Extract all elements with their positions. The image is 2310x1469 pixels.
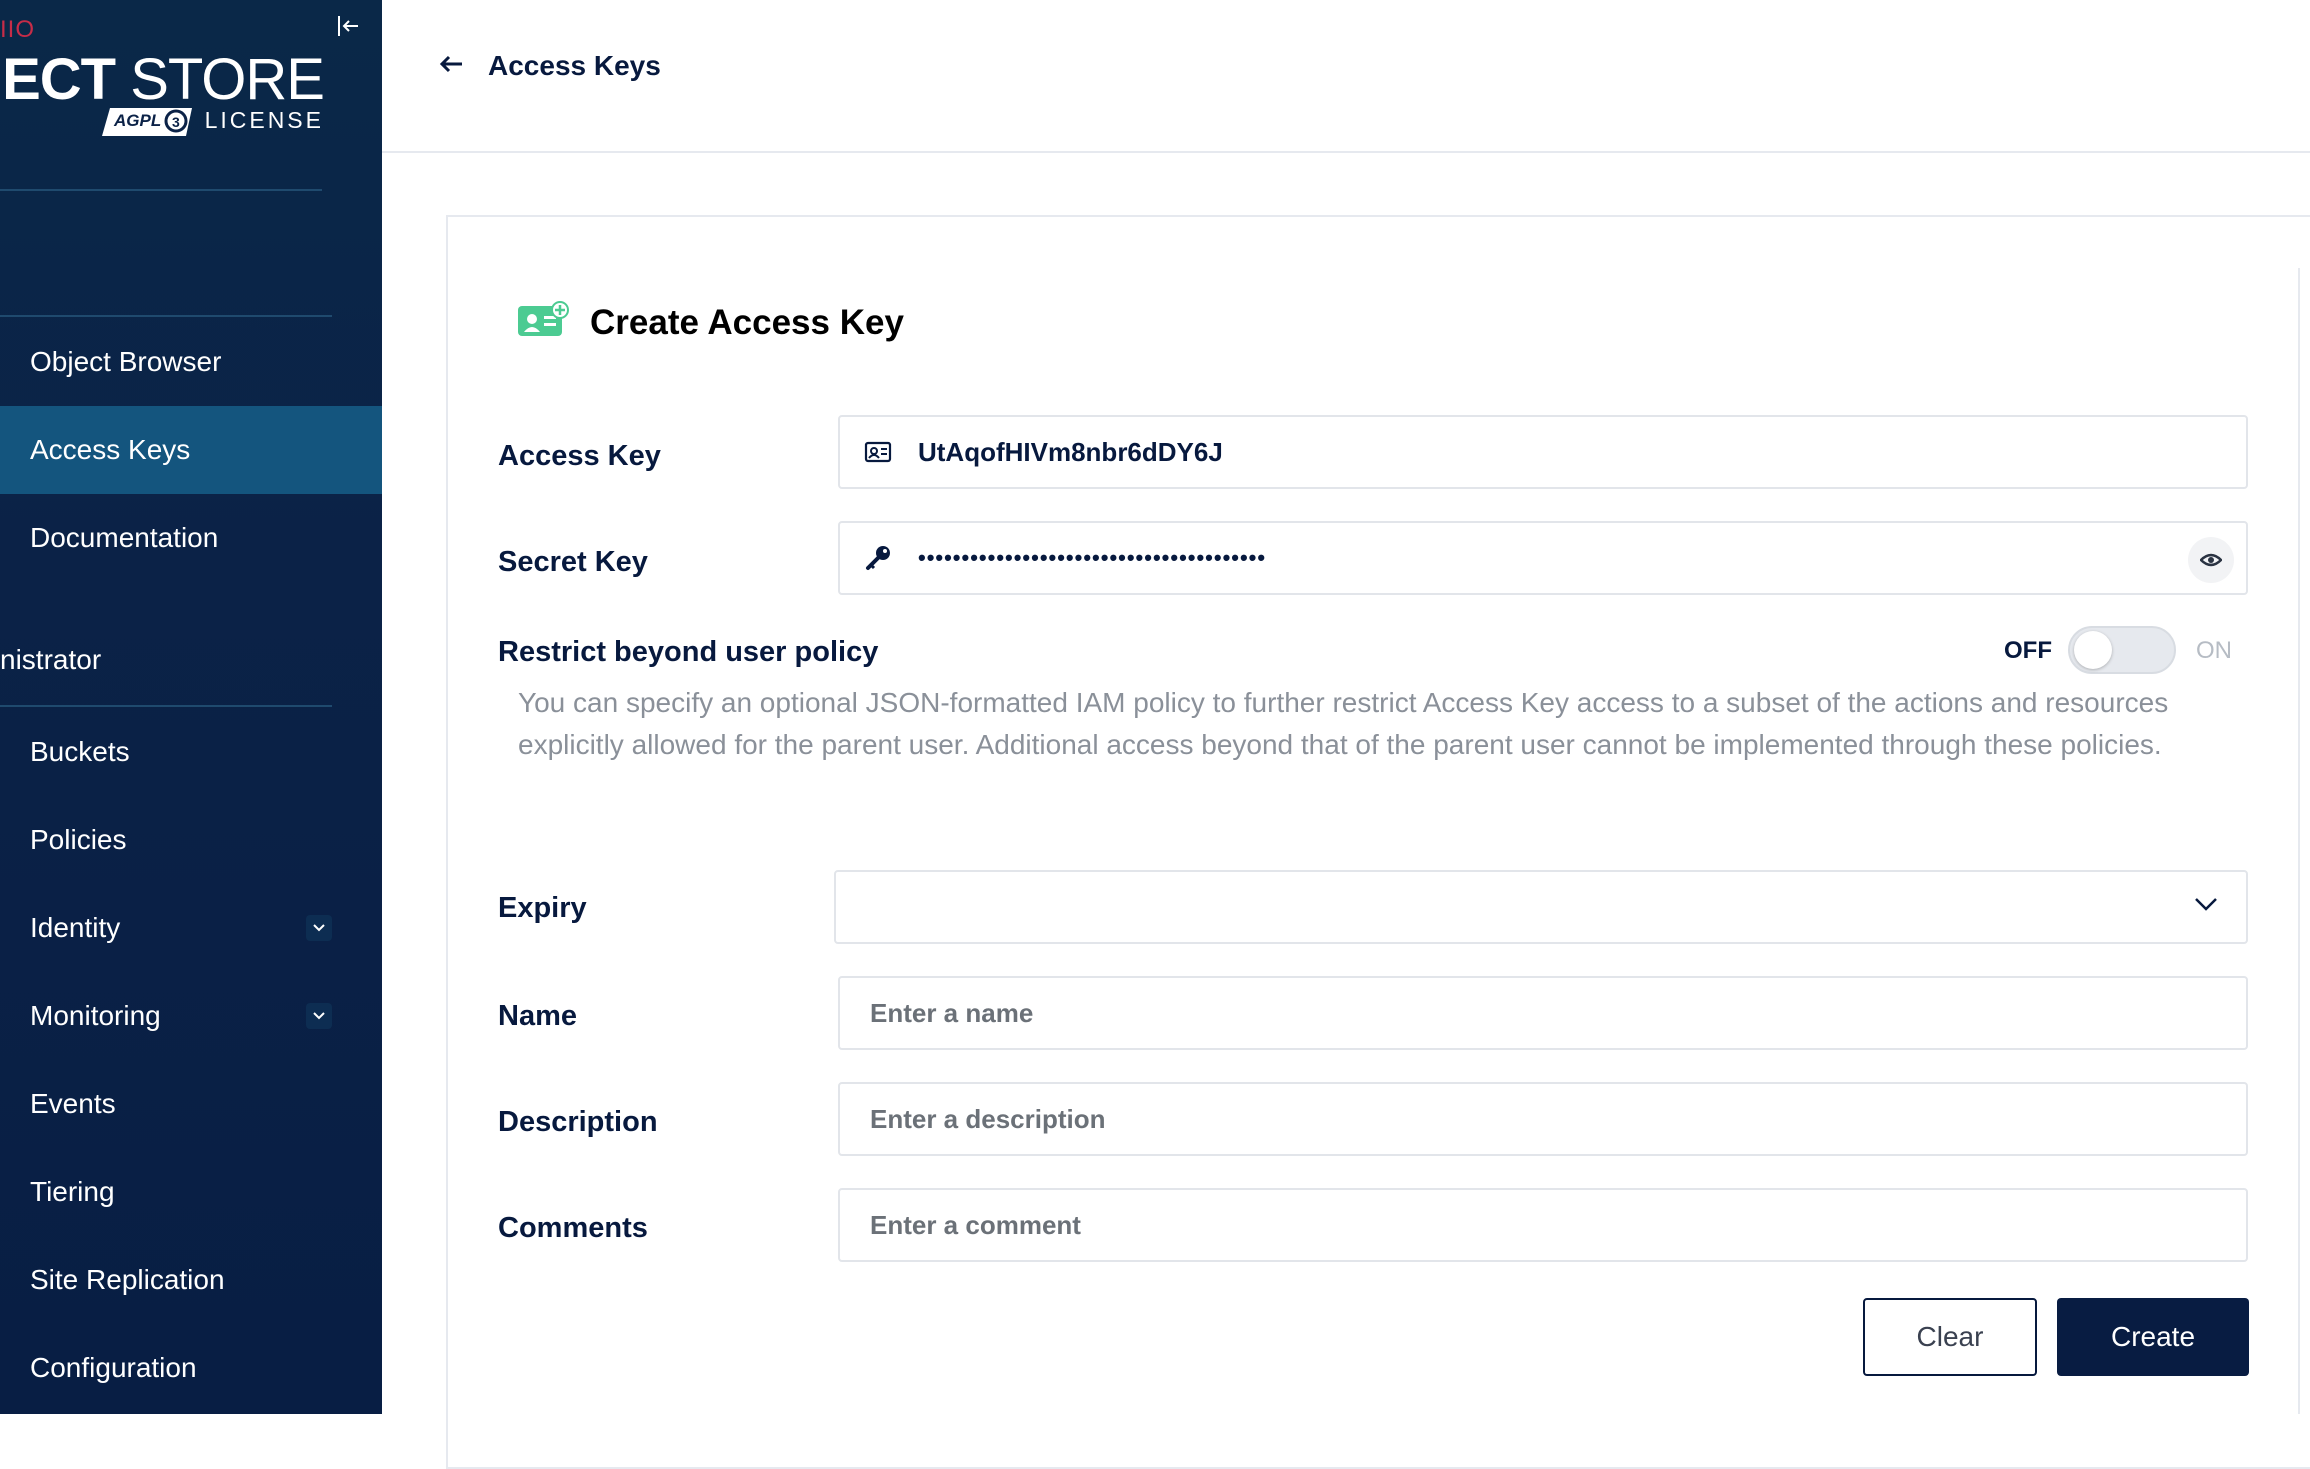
comments-input[interactable] <box>840 1189 2246 1261</box>
description-label: Description <box>498 1106 658 1138</box>
name-input[interactable] <box>840 977 2246 1049</box>
restrict-policy-toggle[interactable] <box>2068 626 2176 674</box>
description-input[interactable] <box>840 1083 2246 1155</box>
sidebar-item-events[interactable]: Events <box>0 1060 382 1148</box>
sidebar-item-label: Documentation <box>30 522 219 553</box>
sidebar-item-label: Monitoring <box>30 1000 161 1031</box>
sidebar-item-policies[interactable]: Policies <box>0 796 382 884</box>
chevron-down-icon[interactable] <box>306 915 332 941</box>
page-header: Access Keys <box>382 0 2310 153</box>
scroll-edge <box>2298 268 2300 1414</box>
comments-label: Comments <box>498 1212 648 1244</box>
sidebar-item-label: Access Keys <box>30 434 191 465</box>
sidebar-item-tiering[interactable]: Tiering <box>0 1148 382 1236</box>
brand-fragment: IIO <box>0 16 36 43</box>
agpl-logo: AGPL 3 <box>100 104 196 140</box>
name-field[interactable] <box>838 976 2248 1050</box>
sidebar: IIO BJECT STORE AGPL 3 LICENSE Object Br… <box>0 0 382 1414</box>
key-icon <box>848 543 908 573</box>
collapse-sidebar-icon[interactable] <box>334 12 362 40</box>
form-title-text: Create Access Key <box>590 302 904 342</box>
sidebar-item-identity[interactable]: Identity <box>0 884 382 972</box>
svg-text:3: 3 <box>172 114 180 130</box>
svg-text:AGPL: AGPL <box>113 111 161 130</box>
sidebar-item-buckets[interactable]: Buckets <box>0 708 382 796</box>
divider <box>0 705 332 707</box>
sidebar-item-configuration[interactable]: Configuration <box>0 1324 382 1412</box>
eye-icon[interactable] <box>2188 537 2234 583</box>
divider <box>0 315 332 317</box>
secret-key-label: Secret Key <box>498 546 648 578</box>
sidebar-item-label: Site Replication <box>30 1264 225 1295</box>
chevron-down-icon <box>2194 896 2218 917</box>
name-label: Name <box>498 1000 577 1032</box>
sidebar-item-label: Object Browser <box>30 346 222 377</box>
sidebar-item-label: Events <box>30 1088 116 1119</box>
comments-field[interactable] <box>838 1188 2248 1262</box>
back-link-label: Access Keys <box>488 50 661 81</box>
sidebar-item-site-replication[interactable]: Site Replication <box>0 1236 382 1324</box>
sidebar-item-label: Configuration <box>30 1352 197 1383</box>
access-key-label: Access Key <box>498 440 661 472</box>
secret-key-field[interactable]: •••••••••••••••••••••••••••••••••••••••• <box>838 521 2248 595</box>
toggle-off-label: OFF <box>2004 637 2052 664</box>
sidebar-item-label: Buckets <box>30 736 130 767</box>
sidebar-item-object-browser[interactable]: Object Browser <box>0 318 382 406</box>
add-access-key-icon <box>516 300 570 345</box>
description-field[interactable] <box>838 1082 2248 1156</box>
sidebar-item-monitoring[interactable]: Monitoring <box>0 972 382 1060</box>
expiry-label: Expiry <box>498 892 587 924</box>
id-card-icon <box>848 440 908 464</box>
access-key-value: UtAqofHIVm8nbr6dDY6J <box>918 436 1223 467</box>
sidebar-item-label: Tiering <box>30 1176 115 1207</box>
access-key-field[interactable]: UtAqofHIVm8nbr6dDY6J <box>838 415 2248 489</box>
divider <box>0 189 322 191</box>
sidebar-item-documentation[interactable]: Documentation <box>0 494 382 582</box>
expiry-select[interactable] <box>834 870 2248 944</box>
secret-key-value: •••••••••••••••••••••••••••••••••••••••• <box>918 545 1267 570</box>
form-title: Create Access Key <box>516 300 904 345</box>
sidebar-item-label: Identity <box>30 912 121 943</box>
toggle-knob <box>2074 631 2112 669</box>
sidebar-item-label: Policies <box>30 824 127 855</box>
back-link[interactable]: Access Keys <box>438 50 661 82</box>
brand-title: BJECT STORE <box>0 47 325 112</box>
toggle-on-label: ON <box>2196 637 2232 664</box>
arrow-left-icon <box>438 54 464 79</box>
restrict-policy-help: You can specify an optional JSON-formatt… <box>518 687 2169 760</box>
form-card <box>446 215 2310 1469</box>
clear-button[interactable]: Clear <box>1863 1298 2037 1376</box>
create-button[interactable]: Create <box>2057 1298 2249 1376</box>
section-label-administrator: nistrator <box>0 644 102 675</box>
license-label: LICENSE <box>204 107 324 133</box>
sidebar-item-access-keys[interactable]: Access Keys <box>0 406 382 494</box>
chevron-down-icon[interactable] <box>306 1003 332 1029</box>
restrict-policy-label: Restrict beyond user policy <box>498 636 879 668</box>
